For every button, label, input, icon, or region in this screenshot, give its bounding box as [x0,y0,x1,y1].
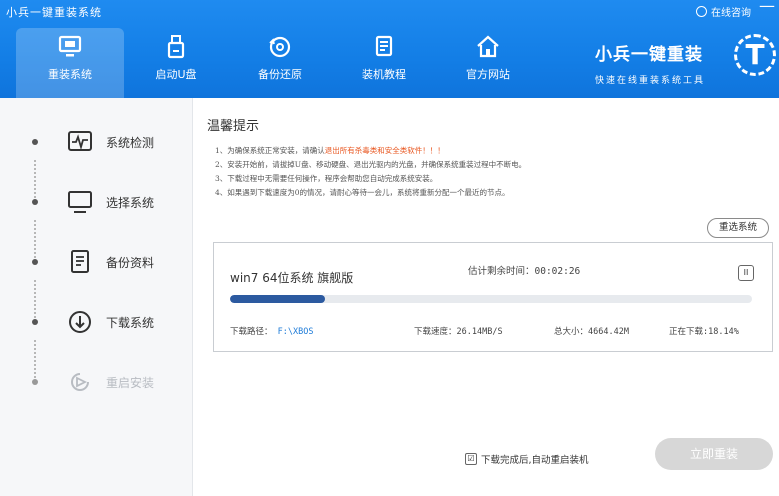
document-icon [71,250,89,273]
download-path: 下载路径： F:\XBOS [230,327,314,337]
pulse-icon [68,131,92,151]
step-label: 系统检测 [106,136,155,150]
step-label: 下载系统 [106,316,155,330]
nav-backup-restore[interactable]: 备份还原 [228,28,332,98]
monitor-icon [58,35,82,57]
eta-label: 估计剩余时间：00:02:26 [468,266,581,277]
step-dot [32,319,38,325]
header: 小兵一键重装系统 在线咨询 — 重装系统 启动U盘 备份还原 装机教程 官方网站… [0,0,779,98]
nav-install-tutorial[interactable]: 装机教程 [332,28,436,98]
download-status: 正在下载:18.14% [669,327,739,337]
tip-item: 4、如果遇到下载速度为0的情况，请耐心等待一会儿，系统将重新分配一个最近的节点。 [215,188,510,197]
download-speed: 下载速度：26.14MB/S [414,327,503,337]
total-size: 总大小：4664.42M [554,327,629,337]
step-dot [32,139,38,145]
usb-drive-icon [167,35,185,59]
minimize-button[interactable]: — [759,0,775,14]
steps-sidebar: 系统检测 选择系统 备份资料 下载系统 重启安装 [0,98,193,496]
step-dot [32,379,38,385]
main-panel: 温馨提示 1、为确保系统正常安装，请确认退出所有杀毒类和安全类软件！！！ 2、安… [193,98,779,496]
nav-label: 重装系统 [48,68,92,81]
download-progress-fill [230,295,325,303]
nav-label: 官方网站 [466,68,510,81]
download-card: win7 64位系统 旗舰版 估计剩余时间：00:02:26 II 下载路径： … [213,242,773,352]
nav-label: 启动U盘 [155,68,197,81]
brand: 小兵一键重装 快速在线重装系统工具 [595,40,705,86]
auto-restart-checkbox[interactable]: ☑ [465,453,477,465]
brand-name: 小兵一键重装 [595,45,703,65]
brand-logo: T [734,34,776,76]
tip-warning: 退出所有杀毒类和安全类软件！！！ [324,146,445,155]
step-dot [32,259,38,265]
backup-disc-icon [269,36,291,58]
online-consult-button[interactable]: 在线咨询 [696,4,751,19]
auto-restart-option[interactable]: ☑ 下载完成后,自动重启装机 [465,452,589,466]
step-restart-install: 重启安装 [0,364,192,400]
download-path-value: F:\XBOS [277,327,314,337]
step-download-system: 下载系统 [0,304,192,340]
step-label: 重启安装 [106,376,155,390]
step-select-system: 选择系统 [0,184,192,220]
step-label: 备份资料 [106,256,155,270]
tip-item: 2、安装开始前，请拔掉U盘、移动硬盘、退出光驱内的光盘，并确保系统重装过程中不断… [215,160,527,169]
top-nav: 重装系统 启动U盘 备份还原 装机教程 官方网站 [16,28,540,98]
restart-icon [71,373,89,391]
app-title: 小兵一键重装系统 [6,6,102,19]
tips-list: 1、为确保系统正常安装，请确认退出所有杀毒类和安全类软件！！！ 2、安装开始前，… [215,144,526,200]
nav-reinstall-system[interactable]: 重装系统 [16,28,124,98]
reselect-system-button[interactable]: 重选系统 [707,218,769,238]
home-icon [477,35,499,58]
chat-icon [696,6,707,17]
tip-item: 1、为确保系统正常安装，请确认退出所有杀毒类和安全类软件！！！ [215,146,445,155]
download-icon [69,311,91,333]
tip-item: 3、下载过程中无需要任何操作，程序会帮助您自动完成系统安装。 [215,174,438,183]
pause-button[interactable]: II [738,265,754,281]
step-label: 选择系统 [106,196,155,210]
os-name: win7 64位系统 旗舰版 [230,271,354,285]
install-now-button[interactable]: 立即重装 [655,438,773,470]
brand-slogan: 快速在线重装系统工具 [595,76,706,86]
document-icon [375,35,393,57]
nav-official-site[interactable]: 官方网站 [436,28,540,98]
step-system-check: 系统检测 [0,124,192,160]
nav-label: 备份还原 [258,68,302,81]
nav-boot-usb[interactable]: 启动U盘 [124,28,228,98]
step-dot [32,199,38,205]
auto-restart-label: 下载完成后,自动重启装机 [481,455,589,466]
step-backup-data: 备份资料 [0,244,192,280]
download-progress [230,295,752,303]
consult-label: 在线咨询 [711,8,751,19]
monitor-icon [68,191,92,213]
nav-label: 装机教程 [362,68,406,81]
tips-title: 温馨提示 [207,119,260,134]
